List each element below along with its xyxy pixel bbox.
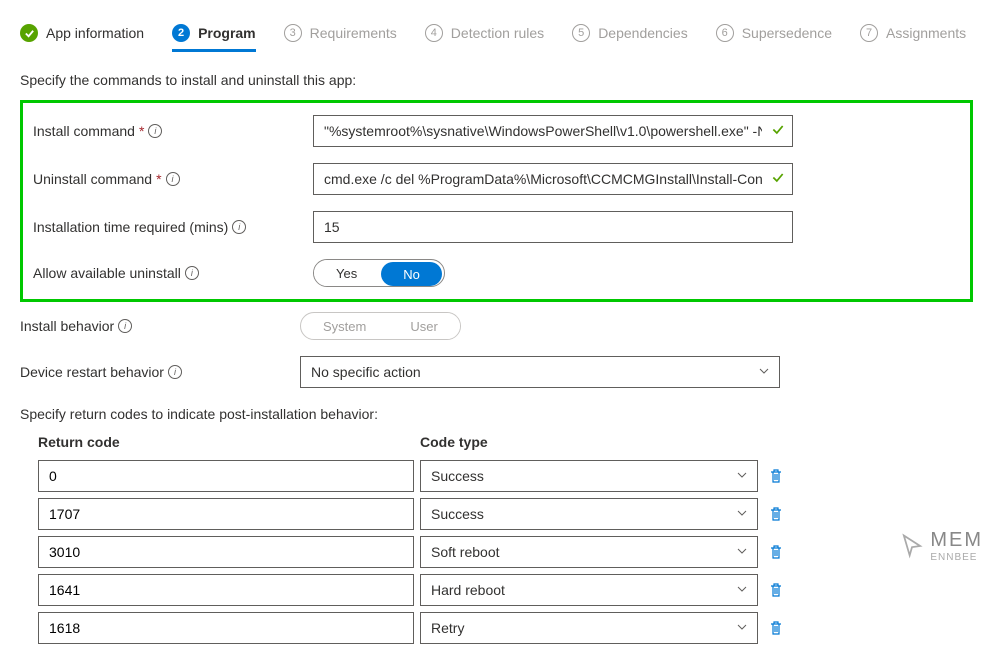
highlighted-fields: Install command * i Uninstall command * …	[20, 100, 973, 302]
step-number: 5	[572, 24, 590, 42]
info-icon[interactable]: i	[185, 266, 199, 280]
code-type-value: Retry	[431, 620, 464, 636]
install-command-label: Install command	[33, 123, 135, 139]
check-icon	[20, 24, 38, 42]
return-code-row: Retry	[20, 612, 973, 644]
restart-behavior-select[interactable]: No specific action	[300, 356, 780, 388]
return-code-input[interactable]	[38, 498, 414, 530]
return-code-row: Success	[20, 460, 973, 492]
code-type-select[interactable]: Success	[420, 498, 758, 530]
install-time-input[interactable]	[313, 211, 793, 243]
code-type-select[interactable]: Soft reboot	[420, 536, 758, 568]
tab-supersedence[interactable]: 6 Supersedence	[716, 20, 832, 52]
step-number: 4	[425, 24, 443, 42]
tab-label: Dependencies	[598, 25, 688, 41]
watermark-line2: ENNBEE	[930, 552, 983, 563]
allow-uninstall-no[interactable]: No	[381, 262, 442, 286]
info-icon[interactable]: i	[148, 124, 162, 138]
code-type-select[interactable]: Retry	[420, 612, 758, 644]
return-code-row: Hard reboot	[20, 574, 973, 606]
install-command-input[interactable]	[313, 115, 793, 147]
code-type-value: Soft reboot	[431, 544, 500, 560]
return-code-input[interactable]	[38, 574, 414, 606]
code-type-value: Hard reboot	[431, 582, 505, 598]
code-type-value: Success	[431, 506, 484, 522]
trash-icon	[768, 620, 784, 636]
info-icon[interactable]: i	[166, 172, 180, 186]
tab-label: Program	[198, 25, 256, 41]
return-code-input[interactable]	[38, 612, 414, 644]
delete-row-button[interactable]	[764, 578, 788, 602]
code-type-value: Success	[431, 468, 484, 484]
tab-label: Detection rules	[451, 25, 544, 41]
trash-icon	[768, 582, 784, 598]
uninstall-command-input[interactable]	[313, 163, 793, 195]
delete-row-button[interactable]	[764, 616, 788, 640]
install-behavior-user: User	[388, 313, 459, 339]
wizard-tabs: App information 2 Program 3 Requirements…	[20, 20, 973, 52]
return-code-row: Soft reboot	[20, 536, 973, 568]
tab-label: Assignments	[886, 25, 966, 41]
tab-program[interactable]: 2 Program	[172, 20, 256, 52]
watermark-line1: MEM	[930, 529, 983, 552]
return-code-header: Return code	[38, 434, 420, 450]
uninstall-command-label: Uninstall command	[33, 171, 152, 187]
delete-row-button[interactable]	[764, 502, 788, 526]
restart-behavior-label: Device restart behavior	[20, 364, 164, 380]
watermark: MEM ENNBEE	[898, 529, 983, 563]
tab-label: App information	[46, 25, 144, 41]
info-icon[interactable]: i	[168, 365, 182, 379]
tab-label: Supersedence	[742, 25, 832, 41]
step-number: 6	[716, 24, 734, 42]
return-code-input[interactable]	[38, 460, 414, 492]
required-asterisk: *	[139, 123, 144, 139]
tab-detection-rules[interactable]: 4 Detection rules	[425, 20, 544, 52]
info-icon[interactable]: i	[232, 220, 246, 234]
tab-requirements[interactable]: 3 Requirements	[284, 20, 397, 52]
step-number: 2	[172, 24, 190, 42]
install-behavior-toggle: System User	[300, 312, 461, 340]
cursor-icon	[898, 532, 926, 560]
install-behavior-system: System	[301, 313, 388, 339]
return-codes-intro: Specify return codes to indicate post-in…	[20, 406, 973, 422]
trash-icon	[768, 506, 784, 522]
return-code-row: Success	[20, 498, 973, 530]
required-asterisk: *	[156, 171, 161, 187]
validation-check-icon	[771, 123, 785, 140]
tab-assignments[interactable]: 7 Assignments	[860, 20, 966, 52]
code-type-select[interactable]: Hard reboot	[420, 574, 758, 606]
install-time-label: Installation time required (mins)	[33, 219, 228, 235]
delete-row-button[interactable]	[764, 464, 788, 488]
return-code-input[interactable]	[38, 536, 414, 568]
validation-check-icon	[771, 171, 785, 188]
trash-icon	[768, 468, 784, 484]
tab-label: Requirements	[310, 25, 397, 41]
allow-uninstall-toggle[interactable]: Yes No	[313, 259, 445, 287]
info-icon[interactable]: i	[118, 319, 132, 333]
delete-row-button[interactable]	[764, 540, 788, 564]
allow-uninstall-yes[interactable]: Yes	[314, 260, 379, 286]
tab-app-information[interactable]: App information	[20, 20, 144, 52]
return-codes-table: Return code Code type Success Success Soft…	[20, 434, 973, 644]
tab-dependencies[interactable]: 5 Dependencies	[572, 20, 688, 52]
code-type-select[interactable]: Success	[420, 460, 758, 492]
section-intro-text: Specify the commands to install and unin…	[20, 72, 973, 88]
install-behavior-label: Install behavior	[20, 318, 114, 334]
step-number: 7	[860, 24, 878, 42]
code-type-header: Code type	[420, 434, 973, 450]
trash-icon	[768, 544, 784, 560]
step-number: 3	[284, 24, 302, 42]
allow-uninstall-label: Allow available uninstall	[33, 265, 181, 281]
restart-behavior-value: No specific action	[311, 364, 421, 380]
